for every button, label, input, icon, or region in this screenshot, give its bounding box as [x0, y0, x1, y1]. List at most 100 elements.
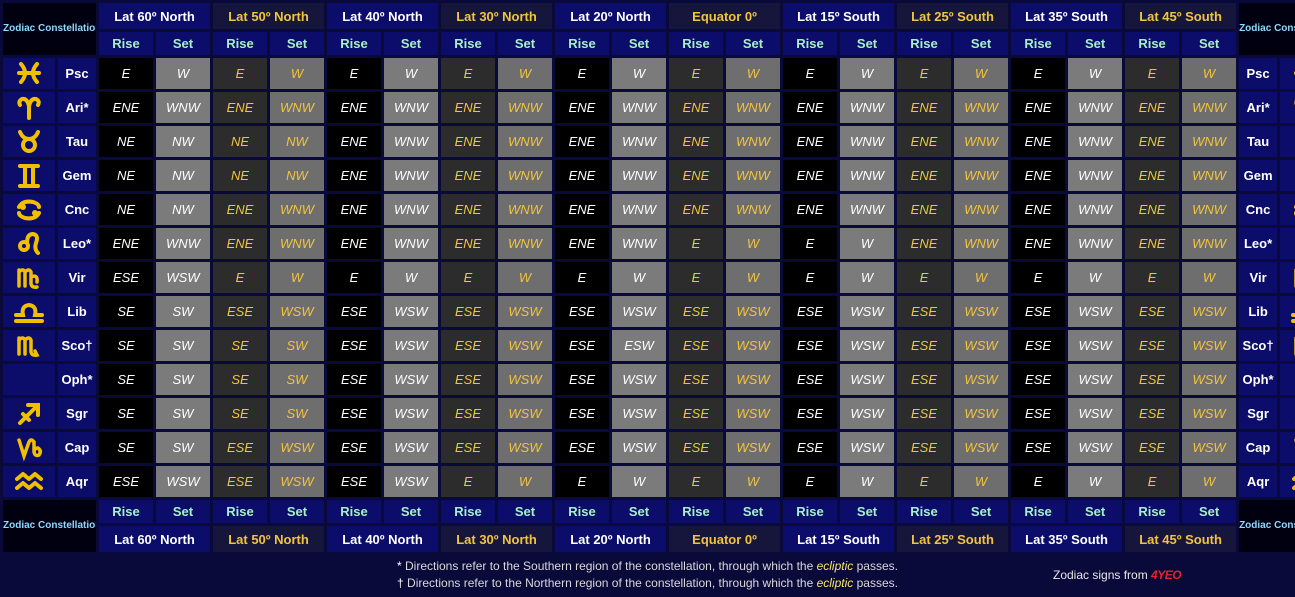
set-direction: W — [840, 228, 895, 259]
constellation-abbr: Cap — [1239, 432, 1278, 463]
set-direction: WNW — [1182, 194, 1237, 225]
latitude-header: Lat 35º South — [1011, 526, 1123, 552]
rise-direction: ENE — [555, 194, 609, 225]
table-row: Cap SE SW ESE WSW ESE WSW ESE WSW ESE WSW ESE WSW ESE… — [3, 432, 1295, 463]
set-direction: WNW — [1182, 92, 1237, 123]
latitude-header: Lat 45º South — [1125, 526, 1237, 552]
set-direction: WNW — [1068, 228, 1123, 259]
constellation-abbr: Sco† — [1239, 330, 1278, 361]
set-direction: WNW — [954, 92, 1009, 123]
set-direction: WSW — [384, 398, 438, 429]
rise-direction: ENE — [441, 126, 495, 157]
rise-direction: E — [1011, 262, 1066, 293]
latitude-header: Lat 30º North — [441, 3, 552, 29]
constellation-abbr: Vir — [1239, 262, 1278, 293]
rise-header: Rise — [441, 32, 495, 55]
zodiac-symbol-right — [1280, 194, 1295, 225]
rise-direction: ENE — [327, 126, 381, 157]
set-header: Set — [726, 32, 781, 55]
zodiac-symbol-left — [3, 126, 55, 157]
rise-direction: ESE — [783, 330, 838, 361]
set-direction: WNW — [1182, 228, 1237, 259]
zodiac-symbol-right — [1280, 228, 1295, 259]
rise-header: Rise — [669, 500, 723, 523]
rise-direction: NE — [99, 194, 153, 225]
constellation-abbr: Oph* — [1239, 364, 1278, 395]
constellation-abbr: Aqr — [58, 466, 96, 497]
taurus-icon — [1280, 128, 1295, 156]
rise-direction: ESE — [1125, 296, 1180, 327]
zodiac-symbol-left — [3, 228, 55, 259]
rise-direction: ESE — [897, 330, 952, 361]
constellation-abbr: Aqr — [1239, 466, 1278, 497]
rise-direction: ESE — [441, 398, 495, 429]
scorpio-icon — [1280, 332, 1295, 360]
sagittarius-icon — [3, 400, 55, 428]
set-direction: WNW — [840, 126, 895, 157]
table-row: Vir ESE WSW E W E W E W E W E W E W E W E W E W Vir — [3, 262, 1295, 293]
set-header: Set — [498, 500, 552, 523]
set-header: Set — [270, 32, 324, 55]
rise-direction: SE — [99, 432, 153, 463]
set-direction: WSW — [384, 364, 438, 395]
constellation-abbr: Leo* — [1239, 228, 1278, 259]
set-direction: WNW — [612, 228, 666, 259]
set-direction: WNW — [954, 126, 1009, 157]
table-row: Sgr SE SW SE SW ESE WSW ESE WSW ESE WSW ESE WSW ESE WS… — [3, 398, 1295, 429]
set-direction: W — [498, 466, 552, 497]
zodiac-symbol-left — [3, 194, 55, 225]
table-row: Ari* ENE WNW ENE WNW ENE WNW ENE WNW ENE WNW ENE WNW… — [3, 92, 1295, 123]
rise-direction: ESE — [897, 432, 952, 463]
set-direction: WNW — [156, 92, 210, 123]
set-direction: WSW — [726, 330, 781, 361]
constellation-abbr: Ari* — [1239, 92, 1278, 123]
set-header: Set — [1068, 32, 1123, 55]
rise-header: Rise — [897, 500, 952, 523]
set-direction: WSW — [1182, 296, 1237, 327]
set-direction: WNW — [840, 92, 895, 123]
set-direction: NW — [156, 160, 210, 191]
set-header: Set — [954, 32, 1009, 55]
rise-direction: ENE — [1011, 228, 1066, 259]
credit: Zodiac signs from 4YEO — [1053, 568, 1182, 582]
set-direction: W — [612, 58, 666, 89]
4yeo-logo-link[interactable]: 4YEO — [1151, 568, 1182, 582]
rise-direction: ESE — [783, 398, 838, 429]
set-direction: W — [1182, 466, 1237, 497]
set-direction: WNW — [1068, 126, 1123, 157]
set-direction: WNW — [954, 194, 1009, 225]
capricorn-icon — [1280, 434, 1295, 462]
libra-icon — [1280, 298, 1295, 326]
latitude-header-row: Zodiac Constellation Lat 60º North Lat 50º… — [3, 3, 1295, 55]
rise-direction: ENE — [327, 160, 381, 191]
set-direction: W — [498, 262, 552, 293]
set-direction: WSW — [612, 296, 666, 327]
set-direction: W — [726, 262, 781, 293]
constellation-abbr: Cnc — [58, 194, 96, 225]
rise-header: Rise — [555, 500, 609, 523]
set-direction: WNW — [498, 92, 552, 123]
constellation-abbr: Sgr — [1239, 398, 1278, 429]
rise-direction: ENE — [99, 228, 153, 259]
set-direction: WSW — [384, 296, 438, 327]
constellation-abbr: Sco† — [58, 330, 96, 361]
latitude-header: Lat 50º North — [213, 3, 324, 29]
table-row: Psc E W E W E W E W E W E W E W E W E W E W Psc — [3, 58, 1295, 89]
rise-direction: E — [441, 262, 495, 293]
rise-direction: ESE — [441, 296, 495, 327]
set-direction: WNW — [726, 92, 781, 123]
table-footer: Zodiac Constellation Rise Set Rise Set Rise Se… — [3, 500, 1295, 552]
latitude-header: Lat 45º South — [1125, 3, 1237, 29]
virgo-icon — [3, 264, 55, 292]
set-direction: WNW — [840, 194, 895, 225]
rise-direction: E — [897, 58, 952, 89]
rise-direction: E — [441, 466, 495, 497]
latitude-header: Equator 0º — [669, 526, 781, 552]
constellation-abbr: Gem — [58, 160, 96, 191]
latitude-header: Lat 25º South — [897, 3, 1009, 29]
set-direction: W — [384, 262, 438, 293]
set-header: Set — [840, 500, 895, 523]
latitude-header: Lat 20º North — [555, 3, 666, 29]
rise-direction: ESE — [327, 432, 381, 463]
rise-direction: ESE — [1011, 330, 1066, 361]
